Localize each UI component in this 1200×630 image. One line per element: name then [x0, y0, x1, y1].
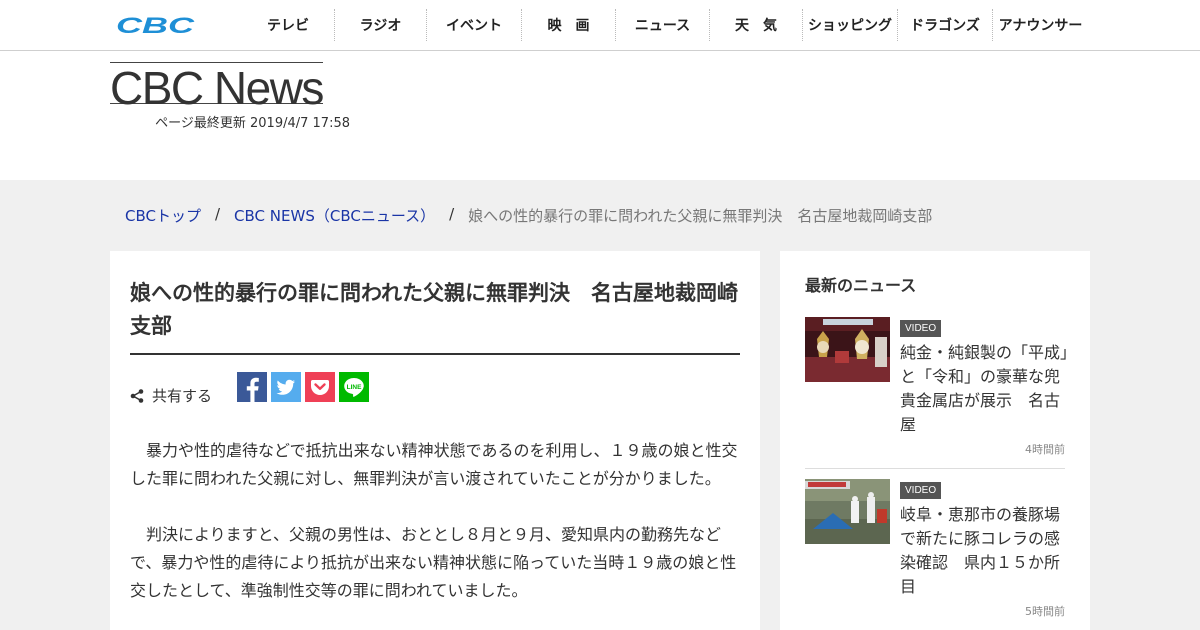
nav-item-tv[interactable]: テレビ [242, 9, 334, 41]
item-divider [805, 468, 1065, 469]
news-thumbnail[interactable] [805, 317, 890, 382]
share-icon [130, 388, 144, 403]
breadcrumb-link-news[interactable]: CBC NEWS（CBCニュース） [234, 205, 435, 226]
news-thumbnail[interactable] [805, 479, 890, 544]
latest-news-item[interactable]: VIDEO 岐阜・恵那市の養豚場で新たに豚コレラの感染確認 県内１５か所目 5時… [805, 479, 1065, 630]
article-title: 娘への性的暴行の罪に問われた父親に無罪判決 名古屋地裁岡崎支部 [130, 281, 738, 338]
nav-item-radio[interactable]: ラジオ [334, 9, 426, 41]
article-paragraph: 判決によりますと、父親の男性は、おととし８月と９月、愛知県内の勤務先などで、暴力… [130, 525, 737, 600]
breadcrumb-separator: / [449, 205, 455, 223]
facebook-icon[interactable] [237, 372, 267, 402]
news-item-title[interactable]: 岐阜・恵那市の養豚場で新たに豚コレラの感染確認 県内１５か所目 [900, 503, 1070, 599]
news-item-time: 5時間前 [1025, 605, 1065, 618]
breadcrumb: CBCトップ / CBC NEWS（CBCニュース） / 娘への性的暴行の罪に問… [125, 205, 932, 226]
news-item-title[interactable]: 純金・純銀製の「平成」と「令和」の豪華な兜 貴金属店が展示 名古屋 [900, 341, 1076, 437]
nav-item-movie[interactable]: 映 画 [521, 9, 615, 41]
top-navigation: CBC テレビ ラジオ イベント 映 画 ニュース 天 気 ショッピング ドラゴ… [0, 0, 1200, 51]
site-section-title[interactable]: CBC News [110, 62, 324, 111]
article-card: 娘への性的暴行の罪に問われた父親に無罪判決 名古屋地裁岡崎支部 共有する LIN… [110, 251, 760, 630]
share-label: 共有する [152, 387, 213, 405]
nav-list: テレビ ラジオ イベント 映 画 ニュース 天 気 ショッピング ドラゴンズ ア… [242, 9, 1088, 41]
nav-item-shopping[interactable]: ショッピング [802, 9, 897, 41]
nav-item-announcer[interactable]: アナウンサー [992, 9, 1088, 41]
pocket-icon[interactable] [305, 372, 335, 402]
video-badge: VIDEO [900, 482, 942, 499]
svg-text:LINE: LINE [347, 384, 362, 391]
cbc-logo[interactable]: CBC [116, 14, 196, 38]
latest-news-item[interactable]: VIDEO 純金・純銀製の「平成」と「令和」の豪華な兜 貴金属店が展示 名古屋 … [805, 317, 1076, 469]
nav-item-news[interactable]: ニュース [615, 9, 709, 41]
breadcrumb-link-top[interactable]: CBCトップ [125, 205, 201, 226]
breadcrumb-separator: / [214, 205, 221, 223]
share-label-group: 共有する [130, 385, 212, 406]
nav-item-weather[interactable]: 天 気 [709, 9, 802, 41]
article-paragraph: 暴力や性的虐待などで抵抗出来ない精神状態であるのを利用し、１９歳の娘と性交した罪… [130, 441, 738, 488]
video-badge: VIDEO [900, 320, 942, 337]
last-updated: ページ最終更新 2019/4/7 17:58 [155, 116, 350, 131]
sidebar-heading: 最新のニュース [805, 276, 917, 295]
line-icon[interactable]: LINE [339, 372, 369, 402]
breadcrumb-current: 娘への性的暴行の罪に問われた父親に無罪判決 名古屋地裁岡崎支部 [468, 207, 933, 225]
nav-item-event[interactable]: イベント [426, 9, 521, 41]
latest-news-sidebar: 最新のニュース VIDEO 純金・純銀製の「平成」と「令和」の豪華な兜 貴金属店… [780, 251, 1090, 630]
title-divider [130, 353, 740, 355]
news-item-time: 4時間前 [1025, 443, 1065, 456]
nav-item-dragons[interactable]: ドラゴンズ [897, 9, 992, 41]
twitter-icon[interactable] [271, 372, 301, 402]
sns-buttons: LINE [237, 372, 369, 402]
svg-text:CBC: CBC [116, 14, 196, 38]
